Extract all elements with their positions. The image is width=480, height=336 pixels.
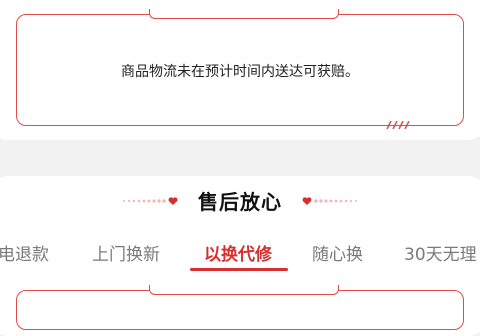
tab-easy-exchange[interactable]: 随心换 bbox=[312, 240, 363, 265]
tab-content-frame bbox=[16, 285, 464, 330]
tab-refund[interactable]: 电退款 bbox=[0, 240, 49, 265]
active-tab-indicator bbox=[190, 268, 288, 271]
heart-icon bbox=[302, 197, 312, 205]
service-tabs: 电退款 上门换新 以换代修 随心换 30天无理 bbox=[0, 240, 480, 270]
frame-tab-top bbox=[149, 285, 339, 295]
hatch-decoration-icon bbox=[386, 121, 410, 129]
service-note-text: 商品物流未在预计时间内送达可获赔。 bbox=[121, 64, 359, 80]
tab-door-replacement[interactable]: 上门换新 bbox=[92, 240, 160, 265]
section-title: 售后放心 bbox=[198, 190, 282, 214]
tab-replace-instead-of-repair[interactable]: 以换代修 bbox=[204, 240, 272, 265]
frame-tab-top bbox=[149, 9, 339, 19]
dotted-heart-decoration-right bbox=[302, 197, 357, 205]
tab-30-day-return[interactable]: 30天无理 bbox=[404, 240, 477, 265]
service-note-frame: 商品物流未在预计时间内送达可获赔。 bbox=[16, 9, 464, 129]
